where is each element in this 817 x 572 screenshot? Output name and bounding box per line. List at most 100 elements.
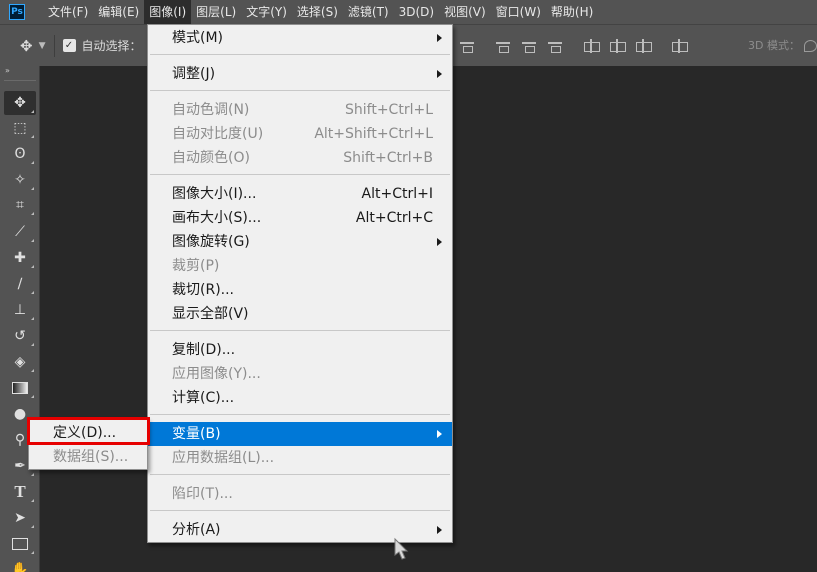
tools-panel: » ✥ ⬚ ʘ ✧ ⌗ ⟋ ✚ ∕ ⊥ ↺ ◈ ● ⚲ ✒ T ➤ ✋ bbox=[0, 66, 40, 572]
image-menu-item[interactable]: 裁剪(P) bbox=[148, 254, 452, 278]
menu-item-label: 调整(J) bbox=[172, 66, 216, 82]
marquee-tool[interactable]: ⬚ bbox=[4, 116, 36, 140]
magic-wand-tool[interactable]: ✧ bbox=[4, 168, 36, 192]
move-icon: ✥ bbox=[14, 95, 26, 111]
menu-file[interactable]: 文件(F) bbox=[43, 0, 93, 24]
history-brush-tool[interactable]: ↺ bbox=[4, 324, 36, 348]
menu-separator bbox=[150, 414, 450, 415]
menu-item-label: 应用数据组(L)... bbox=[172, 450, 275, 466]
rectangle-tool[interactable] bbox=[4, 532, 36, 556]
menu-type[interactable]: 文字(Y) bbox=[241, 0, 292, 24]
menu-separator bbox=[150, 510, 450, 511]
menu-item-label: 自动颜色(O) bbox=[172, 150, 250, 166]
menu-item-label: 分析(A) bbox=[172, 522, 221, 538]
brush-tool[interactable]: ∕ bbox=[4, 272, 36, 296]
brush-icon: ∕ bbox=[17, 276, 23, 292]
menu-separator bbox=[150, 474, 450, 475]
distribute-vertical-center-icon[interactable] bbox=[520, 39, 538, 53]
path-selection-tool[interactable]: ➤ bbox=[4, 506, 36, 530]
image-menu-item[interactable]: 变量(B) bbox=[148, 422, 452, 446]
menu-3d[interactable]: 3D(D) bbox=[394, 0, 439, 24]
menu-edit[interactable]: 编辑(E) bbox=[93, 0, 144, 24]
image-menu-item[interactable]: 应用图像(Y)... bbox=[148, 362, 452, 386]
menu-item-shortcut: Alt+Shift+Ctrl+L bbox=[314, 126, 433, 142]
clone-stamp-tool[interactable]: ⊥ bbox=[4, 298, 36, 322]
menu-bar: Ps 文件(F) 编辑(E) 图像(I) 图层(L) 文字(Y) 选择(S) 滤… bbox=[0, 0, 817, 24]
menu-separator bbox=[150, 330, 450, 331]
menu-item-label: 裁剪(P) bbox=[172, 258, 220, 274]
menu-view[interactable]: 视图(V) bbox=[439, 0, 491, 24]
hand-pointer-cursor-icon bbox=[394, 537, 409, 560]
type-tool[interactable]: T bbox=[4, 480, 36, 504]
gradient-tool[interactable] bbox=[4, 376, 36, 400]
photoshop-logo-icon[interactable]: Ps bbox=[9, 4, 25, 20]
crop-tool[interactable]: ⌗ bbox=[4, 193, 36, 217]
menu-separator bbox=[150, 90, 450, 91]
menu-select[interactable]: 选择(S) bbox=[292, 0, 343, 24]
menu-item-label: 裁切(R)... bbox=[172, 282, 235, 298]
pen-icon: ✒ bbox=[14, 458, 26, 474]
submenu-arrow-icon bbox=[437, 34, 442, 42]
healing-brush-icon: ✚ bbox=[14, 250, 26, 266]
menu-item-label: 显示全部(V) bbox=[172, 306, 249, 322]
image-menu-item[interactable]: 自动对比度(U) Alt+Shift+Ctrl+L bbox=[148, 122, 452, 146]
3d-orbit-icon[interactable] bbox=[804, 40, 817, 52]
chevron-down-icon[interactable]: ▼ bbox=[39, 41, 46, 51]
menu-item-shortcut: Shift+Ctrl+L bbox=[345, 102, 433, 118]
menu-item-label: 图像大小(I)... bbox=[172, 186, 257, 202]
path-selection-icon: ➤ bbox=[14, 510, 26, 526]
distribute-bottom-icon[interactable] bbox=[546, 39, 564, 53]
auto-select-checkbox[interactable]: ✓ bbox=[62, 39, 76, 52]
menu-item-label: 自动色调(N) bbox=[172, 102, 250, 118]
eyedropper-tool[interactable]: ⟋ bbox=[4, 220, 36, 244]
distribute-left-icon[interactable] bbox=[582, 39, 600, 53]
image-menu-item[interactable]: 图像旋转(G) bbox=[148, 230, 452, 254]
options-divider bbox=[53, 34, 55, 57]
hand-tool[interactable]: ✋ bbox=[4, 558, 36, 572]
menu-separator bbox=[150, 174, 450, 175]
image-menu-item[interactable]: 计算(C)... bbox=[148, 386, 452, 410]
move-tool[interactable]: ✥ bbox=[4, 91, 36, 115]
align-distribute-group bbox=[458, 25, 696, 67]
auto-select-label: 自动选择： bbox=[81, 39, 142, 53]
submenu-arrow-icon bbox=[437, 70, 442, 78]
menu-layer[interactable]: 图层(L) bbox=[191, 0, 241, 24]
history-brush-icon: ↺ bbox=[14, 328, 26, 344]
image-menu-item[interactable]: 模式(M) bbox=[148, 26, 452, 50]
menu-window[interactable]: 窗口(W) bbox=[491, 0, 546, 24]
image-menu-item[interactable]: 裁切(R)... bbox=[148, 278, 452, 302]
lasso-tool[interactable]: ʘ bbox=[4, 142, 36, 166]
eraser-tool[interactable]: ◈ bbox=[4, 350, 36, 374]
image-menu-item[interactable]: 自动色调(N) Shift+Ctrl+L bbox=[148, 98, 452, 122]
annotation-highlight-box bbox=[27, 417, 150, 445]
collapse-panel-icon[interactable]: » bbox=[5, 66, 10, 75]
menu-filter[interactable]: 滤镜(T) bbox=[343, 0, 394, 24]
submenu-data-sets[interactable]: 数据组(S)... bbox=[29, 445, 147, 469]
image-menu-item[interactable]: 画布大小(S)... Alt+Ctrl+C bbox=[148, 206, 452, 230]
align-top-icon[interactable] bbox=[458, 39, 476, 53]
hand-icon: ✋ bbox=[11, 562, 29, 572]
menu-image[interactable]: 图像(I) bbox=[144, 0, 192, 24]
image-menu-item[interactable]: 复制(D)... bbox=[148, 338, 452, 362]
auto-align-layers-icon[interactable] bbox=[670, 39, 688, 53]
menu-help[interactable]: 帮助(H) bbox=[546, 0, 598, 24]
distribute-top-icon[interactable] bbox=[494, 39, 512, 53]
menu-separator bbox=[150, 54, 450, 55]
image-menu-item[interactable]: 显示全部(V) bbox=[148, 302, 452, 326]
distribute-right-icon[interactable] bbox=[634, 39, 652, 53]
submenu-arrow-icon bbox=[437, 430, 442, 438]
3d-mode-label: 3D 模式： bbox=[748, 39, 800, 52]
distribute-horizontal-center-icon[interactable] bbox=[608, 39, 626, 53]
image-menu-item[interactable]: 图像大小(I)... Alt+Ctrl+I bbox=[148, 182, 452, 206]
image-menu-item[interactable]: 陷印(T)... bbox=[148, 482, 452, 506]
image-menu-item[interactable]: 自动颜色(O) Shift+Ctrl+B bbox=[148, 146, 452, 170]
healing-brush-tool[interactable]: ✚ bbox=[4, 246, 36, 270]
menu-item-shortcut: Alt+Ctrl+C bbox=[355, 210, 433, 226]
gradient-icon bbox=[12, 382, 28, 394]
lasso-icon: ʘ bbox=[14, 146, 26, 162]
clone-stamp-icon: ⊥ bbox=[13, 302, 27, 318]
panel-grip[interactable] bbox=[4, 80, 36, 82]
image-menu-item[interactable]: 调整(J) bbox=[148, 62, 452, 86]
image-menu-item[interactable]: 应用数据组(L)... bbox=[148, 446, 452, 470]
move-arrows-icon[interactable]: ✥ bbox=[20, 37, 33, 55]
